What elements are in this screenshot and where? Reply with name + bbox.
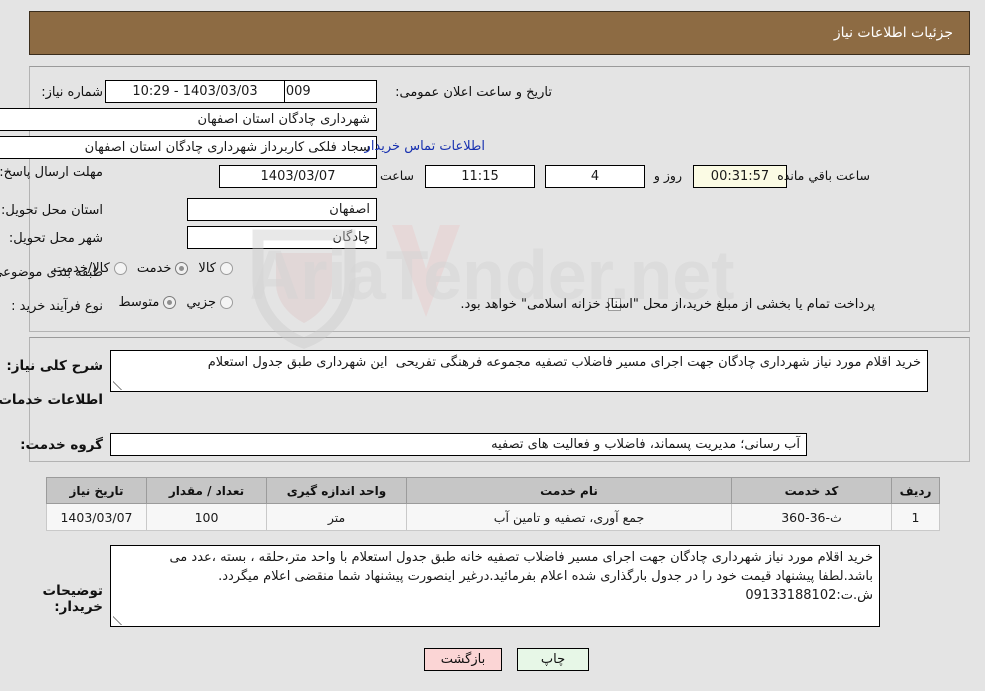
category-radio-group: کالا خدمت کالا/خدمت: [43, 261, 233, 276]
page-root: جزئیات اطلاعات نیاز شماره نیاز: 11030938…: [0, 0, 985, 691]
radio-category-kala-khedmat-label: کالا/خدمت: [53, 261, 110, 276]
city-label: شهر محل تحویل:: [8, 230, 103, 246]
table-row: 1 ث-36-360 جمع آوری، تصفیه و تامین آب مت…: [46, 503, 940, 531]
radio-process-motevaset-label: متوسط: [118, 295, 160, 310]
days-label: روز و: [653, 168, 682, 183]
announce-datetime-field[interactable]: 1403/03/03 - 10:29: [105, 80, 285, 103]
radio-process-jozi-label: جزیي: [186, 295, 216, 310]
hour-label: ساعت: [379, 168, 414, 183]
cell-quantity: 100: [146, 503, 267, 531]
th-service-code: کد خدمت: [731, 477, 892, 504]
page-header: جزئیات اطلاعات نیاز: [29, 11, 970, 55]
buyer-contact-link[interactable]: اطلاعات تماس خریدار: [365, 139, 485, 154]
announce-datetime-label-row: تاریخ و ساعت اعلان عمومی:: [395, 80, 552, 104]
deadline-label-row: مهلت ارسال پاسخ: تا تاریخ:: [0, 164, 103, 198]
description-textarea[interactable]: خرید اقلام مورد نیاز شهرداری چادگان جهت …: [110, 350, 928, 392]
services-section-title: اطلاعات خدمات مورد نیاز: [0, 392, 103, 408]
buyer-notes-label: توضیحات خریدار:: [42, 583, 103, 615]
announce-datetime-label: تاریخ و ساعت اعلان عمومی:: [395, 84, 552, 100]
requester-field[interactable]: سجاد فلکی کاربرداز شهرداری چادگان استان …: [0, 136, 377, 159]
th-row-no: ردیف: [891, 477, 940, 504]
buyer-org-field[interactable]: شهرداری چادگان استان اصفهان: [0, 108, 377, 131]
th-unit: واحد اندازه گیری: [266, 477, 407, 504]
service-group-field[interactable]: آب رسانی؛ مدیریت پسماند، فاضلاب و فعالیت…: [110, 433, 807, 456]
th-quantity: تعداد / مقدار: [146, 477, 267, 504]
radio-category-kala-label: کالا: [198, 261, 216, 276]
page-title: جزئیات اطلاعات نیاز: [833, 25, 953, 41]
need-number-label: شماره نیاز:: [41, 84, 103, 100]
radio-category-kala-khedmat[interactable]: [113, 262, 127, 275]
radio-process-motevaset[interactable]: [163, 296, 177, 309]
remaining-hours-label: ساعت باقي مانده: [777, 168, 870, 183]
description-label: شرح کلی نیاز:: [6, 358, 103, 374]
print-button[interactable]: چاپ: [517, 648, 589, 671]
need-info-panel: [29, 66, 970, 332]
process-radio-group: جزیي متوسط: [108, 295, 233, 310]
deadline-label: مهلت ارسال پاسخ: تا تاریخ:: [0, 165, 103, 180]
treasury-docs-label: پرداخت تمام یا بخشی از مبلغ خرید،از محل …: [460, 297, 875, 312]
buyer-notes-textarea[interactable]: خرید اقلام مورد نیاز شهرداری چادگان جهت …: [110, 545, 880, 627]
radio-category-khedmat[interactable]: [175, 262, 189, 275]
deadline-hour-field[interactable]: 11:15: [425, 165, 535, 188]
radio-process-jozi[interactable]: [220, 296, 233, 309]
province-label: استان محل تحویل:: [1, 202, 103, 218]
services-table: ردیف کد خدمت نام خدمت واحد اندازه گیری ت…: [46, 477, 940, 531]
cell-service-name: جمع آوری، تصفیه و تامین آب: [406, 503, 732, 531]
province-field[interactable]: اصفهان: [187, 198, 377, 221]
service-group-label: گروه خدمت:: [20, 437, 103, 453]
process-label-row: نوع فرآیند خرید :: [11, 294, 103, 318]
cell-service-code: ث-36-360: [731, 503, 892, 531]
th-need-date: تاریخ نیاز: [46, 477, 147, 504]
deadline-date-field[interactable]: 1403/03/07: [219, 165, 377, 188]
back-button[interactable]: بازگشت: [424, 648, 502, 671]
th-service-name: نام خدمت: [406, 477, 732, 504]
table-header-row: ردیف کد خدمت نام خدمت واحد اندازه گیری ت…: [46, 477, 940, 504]
cell-row-no: 1: [891, 503, 940, 531]
radio-category-kala[interactable]: [220, 262, 233, 275]
radio-category-khedmat-label: خدمت: [136, 261, 172, 276]
province-label-row: استان محل تحویل:: [1, 198, 103, 222]
remaining-days-field[interactable]: 4: [545, 165, 645, 188]
cell-unit: متر: [266, 503, 407, 531]
need-number-label-row: شماره نیاز:: [41, 80, 103, 104]
city-field[interactable]: چادگان: [187, 226, 377, 249]
cell-need-date: 1403/03/07: [46, 503, 147, 531]
city-label-row: شهر محل تحویل:: [9, 226, 103, 250]
process-label: نوع فرآیند خرید :: [11, 298, 103, 314]
